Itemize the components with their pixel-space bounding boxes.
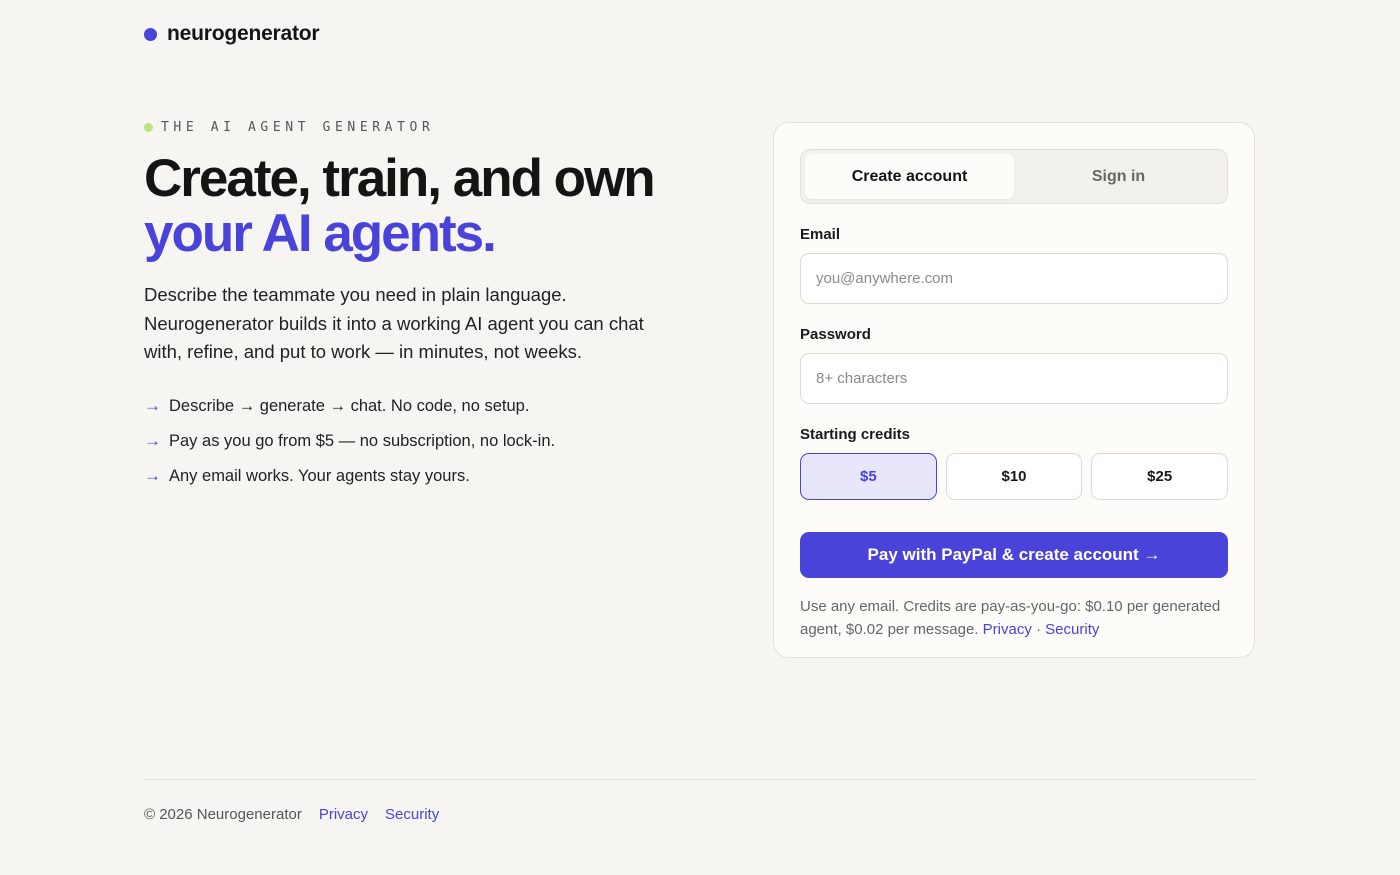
arrow-right-icon: →: [144, 466, 161, 485]
email-label: Email: [800, 226, 841, 243]
footer-security-link[interactable]: Security: [385, 806, 439, 823]
privacy-link[interactable]: Privacy: [983, 621, 1032, 638]
credits-options: $5 $10 $25: [800, 453, 1229, 500]
footer-privacy-link[interactable]: Privacy: [319, 806, 368, 823]
feature-item: → Any email works. Your agents stay your…: [144, 459, 684, 494]
credit-option-10[interactable]: $10: [945, 453, 1083, 500]
auth-tabs: Create account Sign in: [800, 149, 1228, 204]
arrow-right-icon: →: [144, 396, 161, 415]
copyright: © 2026 Neurogenerator: [144, 806, 302, 823]
security-link[interactable]: Security: [1045, 621, 1099, 638]
status-dot-icon: [144, 123, 153, 132]
footer-divider: [144, 779, 1256, 780]
tab-create-account[interactable]: Create account: [805, 154, 1014, 199]
headline-line-1: Create, train, and own: [144, 149, 656, 208]
feature-list: → Describe → generate → chat. No code, n…: [144, 389, 684, 494]
eyebrow-text: THE AI AGENT GENERATOR: [161, 120, 435, 135]
email-field[interactable]: [800, 253, 1228, 304]
arrow-right-icon: →: [144, 431, 161, 450]
hero-section: THE AI AGENT GENERATOR Create, train, an…: [144, 120, 684, 494]
password-label: Password: [800, 326, 871, 343]
eyebrow: THE AI AGENT GENERATOR: [144, 120, 684, 135]
feature-item: → Describe → generate → chat. No code, n…: [144, 389, 684, 424]
tab-sign-in[interactable]: Sign in: [1014, 154, 1223, 199]
credit-option-25[interactable]: $25: [1091, 453, 1229, 500]
feature-text: Pay as you go from $5 — no subscription,…: [169, 431, 556, 450]
pay-with-paypal-button[interactable]: Pay with PayPal & create account →: [800, 532, 1228, 578]
hero-description: Describe the teammate you need in plain …: [144, 284, 644, 362]
credits-label: Starting credits: [800, 426, 911, 443]
link-separator: ·: [1036, 621, 1041, 638]
brand[interactable]: neurogenerator: [144, 22, 320, 46]
brand-dot-icon: [144, 27, 157, 41]
pricing-note: Use any email. Credits are pay-as-you-go…: [800, 595, 1228, 641]
credit-option-5[interactable]: $5: [800, 453, 937, 500]
brand-name: neurogenerator: [167, 22, 320, 45]
footer: © 2026 Neurogenerator Privacy Security: [144, 806, 439, 823]
page-title: Create, train, and own your AI agents.: [144, 151, 684, 261]
signup-card: Create account Sign in Email Password St…: [773, 122, 1255, 658]
feature-item: → Pay as you go from $5 — no subscriptio…: [144, 424, 684, 459]
feature-text: Any email works. Your agents stay yours.: [169, 466, 470, 485]
headline-line-2: your AI agents.: [144, 204, 497, 263]
password-field[interactable]: [800, 353, 1228, 404]
feature-text: Describe → generate → chat. No code, no …: [169, 396, 530, 415]
